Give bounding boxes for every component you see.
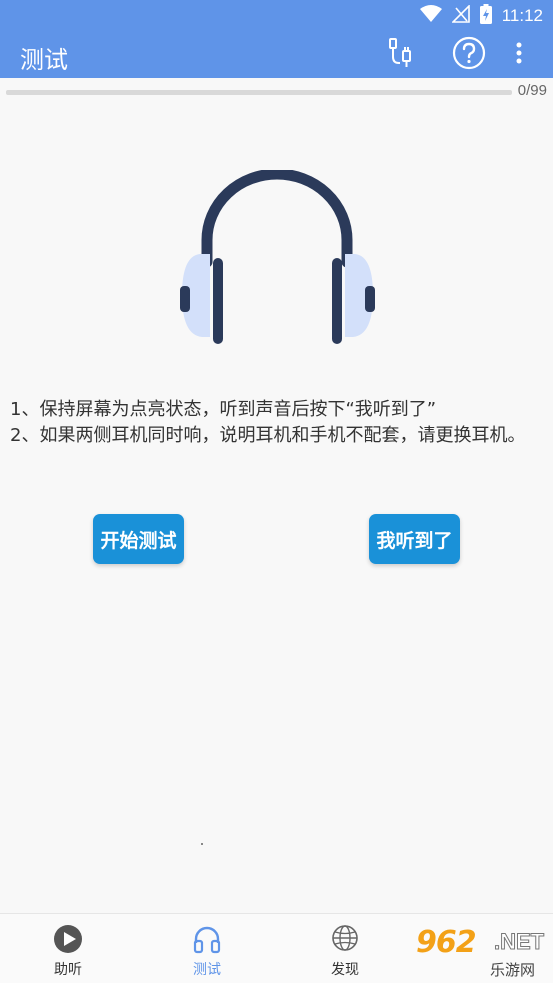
more-vertical-icon bbox=[516, 41, 522, 70]
i-heard-it-button[interactable]: 我听到了 bbox=[369, 514, 460, 564]
globe-icon bbox=[328, 922, 362, 956]
watermark-logo: 962 .NET 乐游网 bbox=[416, 923, 553, 983]
start-test-button[interactable]: 开始测试 bbox=[93, 514, 184, 564]
instruction-step-2: 2、如果两侧耳机同时响，说明耳机和手机不配套，请更换耳机。 bbox=[10, 425, 526, 446]
nav-item-test[interactable]: 测试 bbox=[162, 922, 252, 980]
more-menu-button[interactable] bbox=[507, 36, 531, 74]
progress-counter: 0/99 bbox=[517, 82, 547, 99]
help-circle-icon bbox=[452, 36, 486, 75]
instruction-step-1: 1、保持屏幕为点亮状态，听到声音后按下“我听到了” bbox=[10, 399, 437, 420]
nav-label-test: 测试 bbox=[193, 962, 221, 978]
screen: 11:12 测试 0/99 1、保持屏幕为点亮状态，听到声音后按下“我听到了” … bbox=[0, 0, 553, 983]
headphones-illustration bbox=[170, 168, 385, 355]
nav-label-hearing-aid: 助听 bbox=[54, 962, 82, 978]
test-progress-bar bbox=[6, 90, 512, 95]
app-bar: 测试 bbox=[0, 32, 553, 78]
help-button[interactable] bbox=[450, 36, 488, 74]
page-title: 测试 bbox=[20, 46, 68, 74]
earphone-plug-icon bbox=[386, 37, 416, 74]
wifi-icon bbox=[419, 4, 442, 28]
status-time: 11:12 bbox=[501, 6, 543, 25]
divider-dot bbox=[201, 843, 203, 845]
earphone-connect-button[interactable] bbox=[382, 36, 420, 74]
no-signal-icon bbox=[450, 3, 470, 28]
nav-item-hearing-aid[interactable]: 助听 bbox=[23, 922, 113, 980]
watermark-site: 乐游网 bbox=[490, 961, 536, 979]
watermark-net: .NET bbox=[493, 929, 545, 955]
play-circle-icon bbox=[51, 922, 85, 956]
instructions: 1、保持屏幕为点亮状态，听到声音后按下“我听到了” 2、如果两侧耳机同时响，说明… bbox=[10, 397, 545, 449]
battery-icon bbox=[479, 3, 492, 29]
nav-item-discover[interactable]: 发现 bbox=[300, 922, 390, 980]
headphones-icon bbox=[190, 922, 224, 956]
watermark-number: 962 bbox=[416, 925, 477, 960]
status-bar: 11:12 bbox=[0, 0, 553, 32]
nav-label-discover: 发现 bbox=[331, 962, 359, 978]
status-icons: 11:12 bbox=[419, 3, 543, 29]
